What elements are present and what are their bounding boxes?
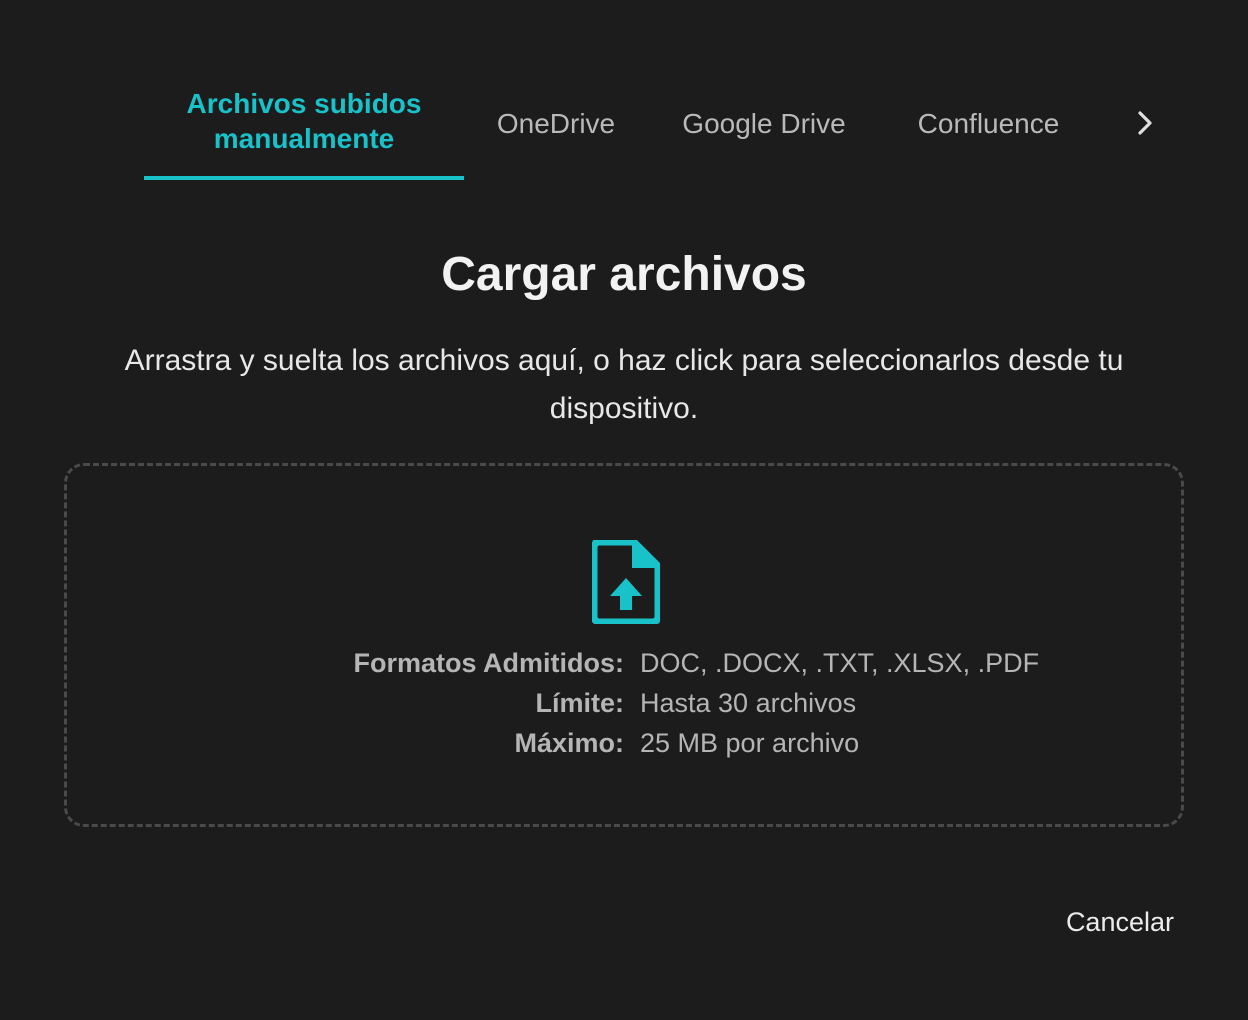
tab-onedrive[interactable]: OneDrive [496,82,616,180]
tab-confluence[interactable]: Confluence [912,82,1065,180]
spec-label: Máximo: [514,728,624,758]
upload-instructions: Arrastra y suelta los archivos aquí, o h… [124,344,1124,425]
spec-value: Hasta 30 archivos [640,688,857,718]
spec-value: 25 MB por archivo [640,728,860,758]
file-requirements: Formatos Admitidos: DOC, .DOCX, .TXT, .X… [67,643,1181,763]
tab-google-drive[interactable]: Google Drive [681,82,847,180]
source-tabs: Archivos subidos manualmente OneDrive Go… [144,82,1174,182]
file-upload-icon [592,540,660,624]
spec-label: Límite: [535,688,624,718]
tab-label: Archivos subidos manualmente [186,88,422,154]
spec-row-formats: Formatos Admitidos: DOC, .DOCX, .TXT, .X… [67,643,1181,683]
tab-manual-uploads[interactable]: Archivos subidos manualmente [144,82,464,180]
upload-dialog: Archivos subidos manualmente OneDrive Go… [0,0,1248,1020]
chevron-right-icon [1138,111,1152,135]
spec-row-limit: Límite: Hasta 30 archivos [67,683,1181,723]
cancel-button[interactable]: Cancelar [1066,900,1174,944]
spec-row-max-size: Máximo: 25 MB por archivo [67,723,1181,763]
tab-label: Google Drive [682,107,846,139]
file-drop-zone[interactable]: Formatos Admitidos: DOC, .DOCX, .TXT, .X… [64,463,1184,827]
tab-label: OneDrive [496,107,616,139]
spec-value: DOC, .DOCX, .TXT, .XLSX, .PDF [640,648,1040,678]
tab-label: Confluence [917,107,1060,139]
tabs-scroll-next-button[interactable] [1127,82,1163,180]
spec-label: Formatos Admitidos: [353,648,624,678]
page-title: Cargar archivos [441,248,807,301]
